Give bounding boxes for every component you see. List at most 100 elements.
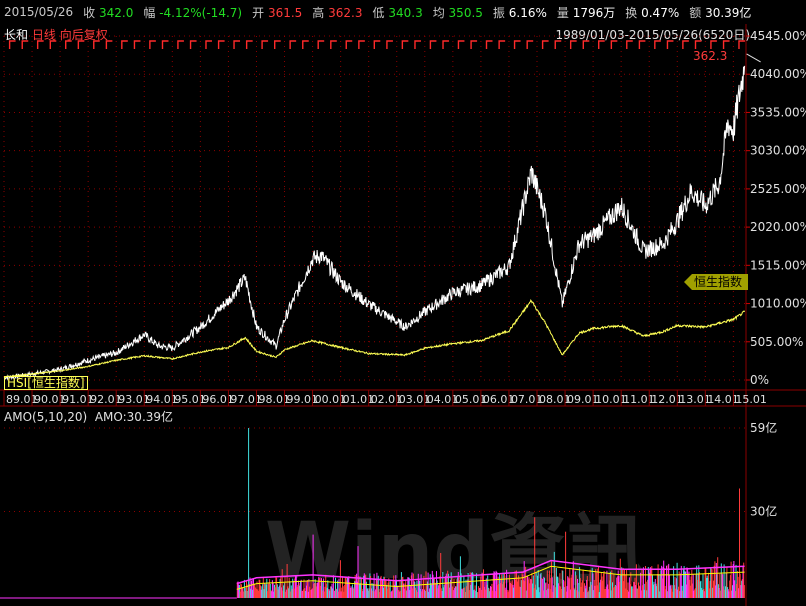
x-tick-label: 07.01: [511, 393, 543, 406]
x-tick-label: 03.01: [399, 393, 431, 406]
hsi-tag[interactable]: 恒生指数: [684, 274, 749, 290]
ex-marker: [414, 40, 421, 49]
x-tick-label: 13.01: [679, 393, 711, 406]
ex-marker: [245, 40, 253, 49]
ex-marker: [205, 40, 212, 49]
ex-marker: [233, 40, 241, 49]
x-tick-label: 05.01: [455, 393, 487, 406]
ex-marker: [261, 40, 269, 49]
ex-marker: [694, 40, 702, 49]
y-tick-label: 1010.00%: [750, 297, 806, 311]
ex-marker: [682, 40, 689, 49]
ex-marker: [77, 40, 85, 49]
x-tick-label: 04.01: [427, 393, 459, 406]
ex-marker: [598, 40, 605, 49]
y-tick-label: 3535.00%: [750, 105, 806, 119]
ex-marker: [302, 40, 309, 49]
max-callout: 362.3: [693, 49, 728, 63]
x-tick-label: 90.01: [34, 393, 66, 406]
chart-canvas[interactable]: Wind資訊 4545.00%4040.00%3535.00%3030.00%2…: [0, 0, 806, 606]
x-tick-label: 89.01: [6, 393, 38, 406]
ex-marker: [485, 40, 493, 49]
x-tick-label: 09.01: [567, 393, 599, 406]
axes: 4545.00% 4040.00% 3535.00% 3030.00% 2525.00%…: [3, 29, 806, 519]
ex-marker: [105, 40, 113, 49]
ex-marker: [442, 40, 450, 49]
ex-marker: [21, 40, 29, 49]
x-tick-label: 15.01: [735, 393, 767, 406]
ex-marker: [666, 40, 674, 49]
x-tick-label: 97.01: [230, 393, 262, 406]
x-tick-label: 94.01: [146, 393, 178, 406]
x-tick-label: 99.01: [287, 393, 319, 406]
ex-marker: [133, 40, 141, 49]
ex-marker: [526, 40, 534, 49]
ex-marker: [93, 40, 100, 49]
hsi-legend[interactable]: HSI[恒生指数]: [4, 376, 88, 390]
ex-marker: [710, 40, 717, 49]
x-tick-label: 10.01: [595, 393, 627, 406]
ex-marker: [345, 40, 353, 49]
ex-marker: [654, 40, 661, 49]
ex-marker: [65, 40, 72, 49]
hsi-name: 恒生指数: [31, 376, 80, 390]
x-tick-label: 02.01: [371, 393, 403, 406]
y-tick-label: 2525.00%: [750, 182, 806, 196]
ex-marker: [373, 40, 381, 49]
amo-bar: [743, 585, 745, 598]
ex-marker: [429, 40, 437, 49]
ex-marker: [738, 40, 745, 49]
ex-marker: [330, 40, 337, 49]
ex-marker: [569, 40, 577, 49]
x-tick-label: 01.01: [343, 393, 375, 406]
y-tick-label: 505.00%: [750, 335, 803, 349]
callout-arrow: [746, 53, 761, 63]
y-tick-label: 4545.00%: [750, 29, 806, 43]
ex-marker: [722, 40, 730, 49]
amo-header: AMO(5,10,20) AMO:30.39亿: [4, 408, 173, 425]
ex-marker: [457, 40, 465, 49]
ex-marker: [36, 40, 44, 49]
amo-value: AMO:30.39亿: [94, 410, 174, 424]
ex-marker: [289, 40, 297, 49]
price-lines: [3, 53, 761, 381]
hsi-code: HSI: [7, 376, 28, 390]
ex-marker: [149, 40, 156, 49]
x-tick-label: 93.01: [118, 393, 150, 406]
amo-bar: [565, 531, 567, 598]
x-tick-label: 11.01: [623, 393, 655, 406]
ex-marker: [401, 40, 409, 49]
x-tick-label: 14.01: [707, 393, 739, 406]
ex-marker: [217, 40, 225, 49]
amo-label: AMO(5,10,20): [4, 410, 88, 424]
amo-bar: [248, 428, 250, 598]
y-tick-label: 2020.00%: [750, 220, 806, 234]
ex-marker: [541, 40, 549, 49]
ex-marker: [161, 40, 169, 49]
ex-marker: [470, 40, 478, 49]
ex-marker: [554, 40, 562, 49]
ex-marker: [513, 40, 521, 49]
x-tick-label: 96.01: [202, 393, 234, 406]
amo-tick-label: 30亿: [750, 504, 777, 519]
x-tick-label: 91.01: [62, 393, 94, 406]
ex-marker: [177, 40, 184, 49]
ex-marker: [358, 40, 365, 49]
ex-marker: [121, 40, 128, 49]
x-tick-label: 08.01: [539, 393, 571, 406]
x-tick-label: 98.01: [258, 393, 290, 406]
ex-marker: [189, 40, 197, 49]
ex-marker: [638, 40, 646, 49]
ex-marker: [582, 40, 590, 49]
y-tick-label: 3030.00%: [750, 144, 806, 158]
hsi-line: [4, 299, 746, 378]
y-tick-label: 0%: [750, 373, 769, 387]
x-tick-label: 92.01: [90, 393, 122, 406]
x-tick-label: 95.01: [174, 393, 206, 406]
x-tick-label: 06.01: [483, 393, 514, 406]
x-tick-label: 12.01: [651, 393, 683, 406]
ex-marker: [386, 40, 393, 49]
y-tick-label: 1515.00%: [750, 258, 806, 272]
ex-dividend-markers: [8, 40, 745, 49]
ex-marker: [610, 40, 618, 49]
